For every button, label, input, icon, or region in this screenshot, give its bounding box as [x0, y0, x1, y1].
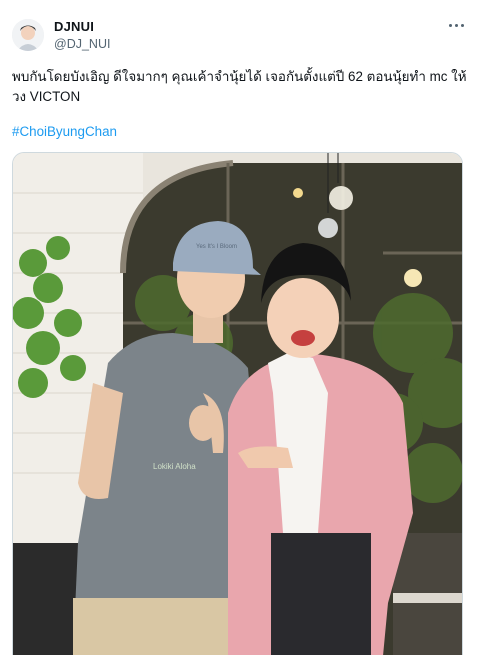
- author-handle[interactable]: @DJ_NUI: [54, 37, 110, 51]
- dot: [448, 23, 452, 27]
- hashtag-link[interactable]: #ChoiByungChan: [12, 124, 117, 139]
- tweet-photo[interactable]: Yes It's I Bloom Lokiki Aloha: [12, 152, 463, 655]
- tweet-text: พบกันโดยบังเอิญ ดีใจมากๆ คุณเค้าจำนุ้ยได…: [12, 69, 467, 104]
- photo-illustration: Yes It's I Bloom Lokiki Aloha: [13, 153, 462, 655]
- author-display-name[interactable]: DJNUI: [54, 19, 94, 34]
- shirt-print: Lokiki Aloha: [153, 462, 196, 471]
- dot: [454, 23, 458, 27]
- cap-print: Yes It's I Bloom: [196, 244, 237, 250]
- avatar-image: [12, 19, 44, 51]
- more-options-icon[interactable]: [445, 17, 467, 33]
- dot: [460, 23, 464, 27]
- author-avatar[interactable]: [12, 19, 44, 51]
